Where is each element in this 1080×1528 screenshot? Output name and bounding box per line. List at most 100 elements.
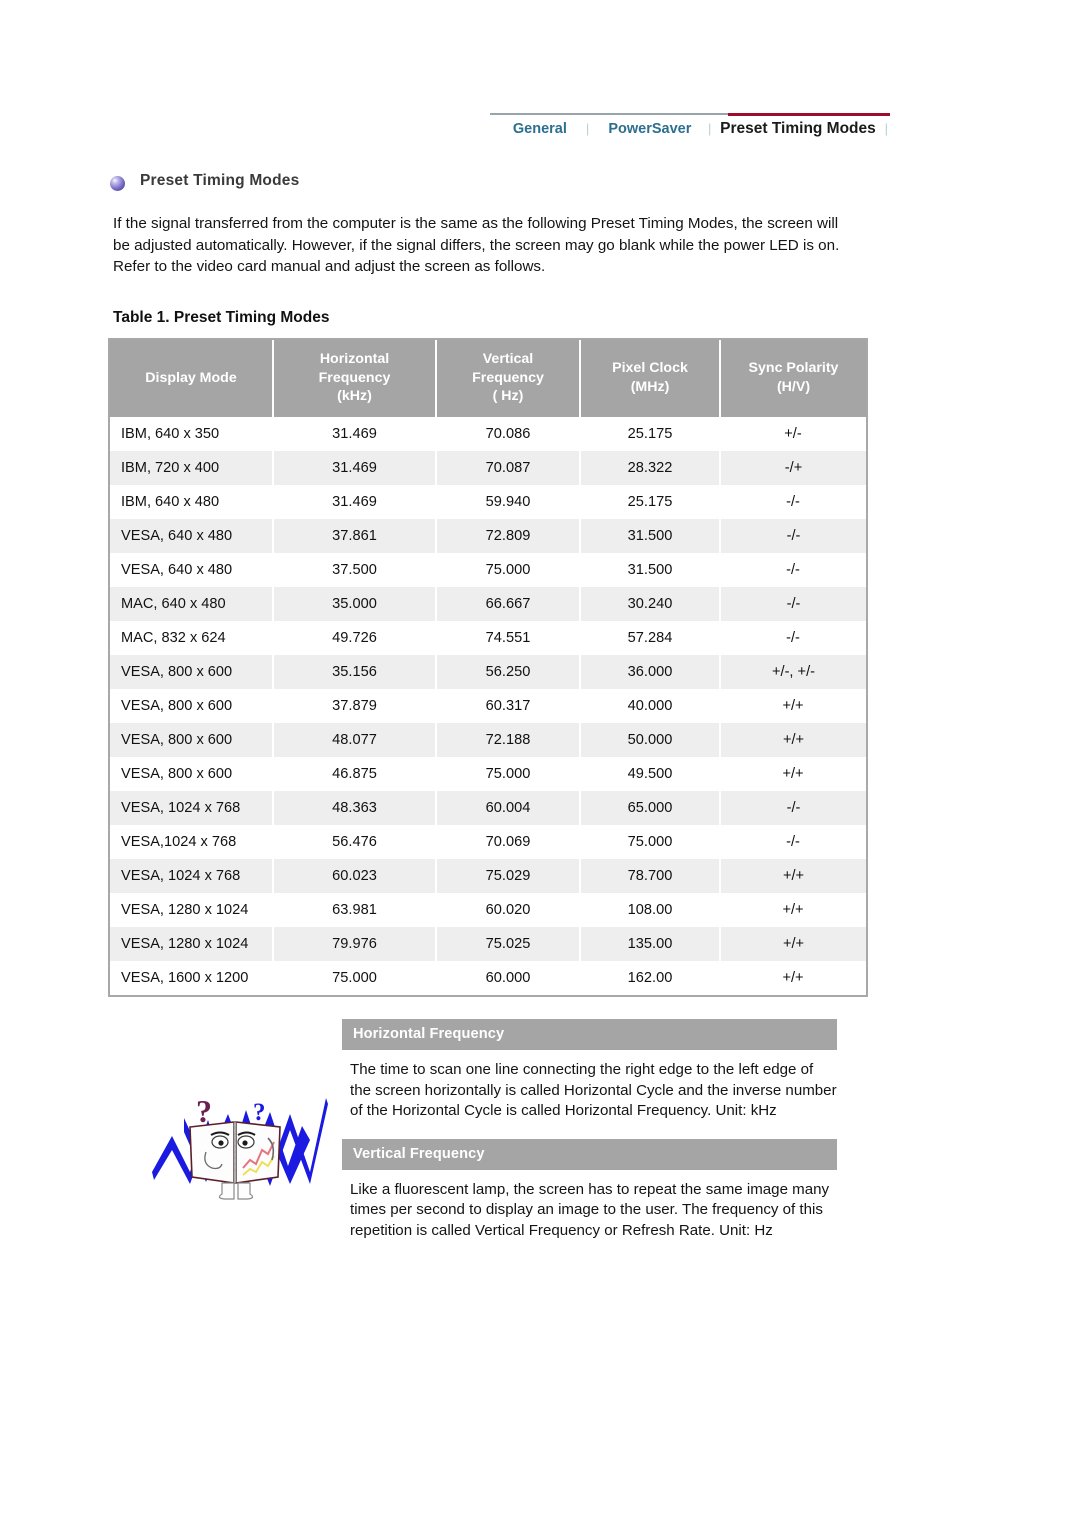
cell-pixel-clock: 25.175 <box>580 416 720 451</box>
cell-sync-polarity: +/+ <box>720 926 866 961</box>
panel-title-horizontal-frequency: Horizontal Frequency <box>342 1019 837 1050</box>
cell-display-mode: VESA, 1280 x 1024 <box>110 892 273 927</box>
panel-body-vertical-frequency: Like a fluorescent lamp, the screen has … <box>350 1180 830 1239</box>
cell-display-mode: VESA, 640 x 480 <box>110 518 274 553</box>
bullet-sphere-icon <box>110 175 125 191</box>
table-body: IBM, 640 x 350 31.469 70.086 25.175 +/- IBM, … <box>110 416 866 995</box>
table-row: VESA, 1024 x 768 60.023 75.029 78.700 +/+ <box>110 858 866 893</box>
cell-sync-polarity: +/+ <box>720 892 866 927</box>
column-header-sync-polarity: Sync Polarity (H/V) <box>720 340 866 417</box>
cell-sync-polarity: -/- <box>720 484 866 519</box>
cell-horizontal-frequency: 48.363 <box>273 790 437 825</box>
nav-link-powersaver[interactable]: PowerSaver <box>608 121 691 137</box>
cell-display-mode: VESA, 640 x 480 <box>110 552 273 587</box>
cell-display-mode: IBM, 640 x 480 <box>110 484 273 519</box>
cell-pixel-clock: 162.00 <box>580 960 720 995</box>
cell-sync-polarity: +/- <box>720 416 866 451</box>
table-row: IBM, 640 x 480 31.469 59.940 25.175 -/- <box>110 484 866 519</box>
nav-rule-active <box>728 113 890 116</box>
cell-display-mode: VESA, 800 x 600 <box>110 756 273 791</box>
nav-separator-2: | <box>707 121 712 136</box>
open-book-character-illustration: ? ? <box>150 1080 330 1210</box>
panel-title-vertical-frequency: Vertical Frequency <box>342 1138 837 1170</box>
cell-display-mode: VESA, 800 x 600 <box>110 722 274 757</box>
cell-pixel-clock: 75.000 <box>580 824 720 859</box>
table-row: VESA, 640 x 480 37.861 72.809 31.500 -/- <box>110 518 866 553</box>
cell-pixel-clock: 78.700 <box>580 858 721 893</box>
cell-display-mode: MAC, 640 x 480 <box>110 586 274 621</box>
table-header-row: Display Mode Horizontal Frequency (kHz) Ve… <box>110 340 866 417</box>
cell-pixel-clock: 36.000 <box>580 654 721 689</box>
cell-sync-polarity: -/- <box>720 518 866 553</box>
section-nav: General | PowerSaver | Preset Timing Mod… <box>490 113 890 153</box>
cell-pixel-clock: 31.500 <box>580 552 720 587</box>
cell-horizontal-frequency: 56.476 <box>273 824 436 859</box>
cell-horizontal-frequency: 60.023 <box>273 858 437 893</box>
cell-vertical-frequency: 75.000 <box>436 552 580 587</box>
nav-rule <box>490 113 728 115</box>
cell-horizontal-frequency: 35.156 <box>273 654 437 689</box>
cell-vertical-frequency: 75.029 <box>436 858 581 893</box>
table-row: VESA, 800 x 600 37.879 60.317 40.000 +/+ <box>110 688 866 723</box>
column-header-horizontal-frequency: Horizontal Frequency (kHz) <box>273 340 437 417</box>
cell-display-mode: VESA, 1024 x 768 <box>110 790 274 825</box>
table-row: VESA,1024 x 768 56.476 70.069 75.000 -/- <box>110 824 866 859</box>
cell-pixel-clock: 25.175 <box>580 484 720 519</box>
cell-display-mode: VESA, 1600 x 1200 <box>110 960 273 995</box>
cell-sync-polarity: -/- <box>720 790 866 825</box>
table-row: VESA, 1600 x 1200 75.000 60.000 162.00 +/+ <box>110 960 866 995</box>
cell-display-mode: IBM, 640 x 350 <box>110 416 273 451</box>
nav-link-general[interactable]: General <box>513 121 567 137</box>
cell-pixel-clock: 50.000 <box>580 722 721 757</box>
cell-sync-polarity: +/+ <box>720 688 866 723</box>
cell-horizontal-frequency: 75.000 <box>273 960 436 995</box>
cell-sync-polarity: +/+ <box>720 756 866 791</box>
table-row: VESA, 800 x 600 35.156 56.250 36.000 +/-, +/… <box>110 654 866 689</box>
column-header-vertical-frequency: Vertical Frequency( Hz) <box>436 340 581 417</box>
cell-display-mode: IBM, 720 x 400 <box>110 450 274 485</box>
table-row: VESA, 800 x 600 46.875 75.000 49.500 +/+ <box>110 756 866 791</box>
cell-sync-polarity: -/- <box>720 552 866 587</box>
cell-horizontal-frequency: 37.861 <box>273 518 437 553</box>
cell-sync-polarity: +/+ <box>720 858 866 893</box>
page-title: Preset Timing Modes <box>140 172 300 189</box>
cell-vertical-frequency: 56.250 <box>436 654 581 689</box>
cell-pixel-clock: 108.00 <box>580 892 720 927</box>
cell-horizontal-frequency: 49.726 <box>273 620 436 655</box>
cell-display-mode: VESA,1024 x 768 <box>110 824 273 859</box>
table-row: VESA, 640 x 480 37.500 75.000 31.500 -/- <box>110 552 866 587</box>
cell-horizontal-frequency: 35.000 <box>273 586 437 621</box>
cell-vertical-frequency: 72.809 <box>436 518 581 553</box>
cell-horizontal-frequency: 37.879 <box>273 688 436 723</box>
cell-horizontal-frequency: 31.469 <box>273 416 436 451</box>
page-title-block: Preset Timing Modes <box>110 172 300 191</box>
cell-display-mode: VESA, 800 x 600 <box>110 688 273 723</box>
cell-horizontal-frequency: 48.077 <box>273 722 437 757</box>
table-row: MAC, 832 x 624 49.726 74.551 57.284 -/- <box>110 620 866 655</box>
cell-pixel-clock: 30.240 <box>580 586 721 621</box>
cell-display-mode: VESA, 1280 x 1024 <box>110 926 274 961</box>
cell-vertical-frequency: 72.188 <box>436 722 581 757</box>
frequency-info-panels: Horizontal Frequency The time to scan on… <box>342 1019 837 1241</box>
table-row: IBM, 640 x 350 31.469 70.086 25.175 +/- <box>110 416 866 451</box>
column-header-pixel-clock: Pixel Clock (MHz) <box>580 340 721 417</box>
table-row: VESA, 800 x 600 48.077 72.188 50.000 +/+ <box>110 722 866 757</box>
table-row: VESA, 1024 x 768 48.363 60.004 65.000 -/- <box>110 790 866 825</box>
cell-vertical-frequency: 74.551 <box>436 620 580 655</box>
nav-items: General | PowerSaver | Preset Timing Mod… <box>490 120 890 138</box>
cell-pixel-clock: 40.000 <box>580 688 720 723</box>
column-header-display-mode: Display Mode <box>110 340 274 417</box>
nav-separator-3: | <box>884 121 888 136</box>
nav-link-preset-timing-modes[interactable]: Preset Timing Modes <box>720 120 876 138</box>
intro-paragraph: If the signal transferred from the compu… <box>113 215 840 275</box>
cell-horizontal-frequency: 46.875 <box>273 756 436 791</box>
cell-vertical-frequency: 59.940 <box>436 484 580 519</box>
cell-vertical-frequency: 70.087 <box>436 450 581 485</box>
cell-display-mode: MAC, 832 x 624 <box>110 620 273 655</box>
cell-horizontal-frequency: 31.469 <box>273 450 437 485</box>
svg-text:?: ? <box>196 1093 212 1129</box>
preset-timing-modes-table-wrapper: Display Mode Horizontal Frequency (kHz) Ve… <box>108 338 868 997</box>
cell-vertical-frequency: 60.000 <box>436 960 580 995</box>
cell-vertical-frequency: 60.004 <box>436 790 581 825</box>
cell-sync-polarity: +/+ <box>720 722 866 757</box>
